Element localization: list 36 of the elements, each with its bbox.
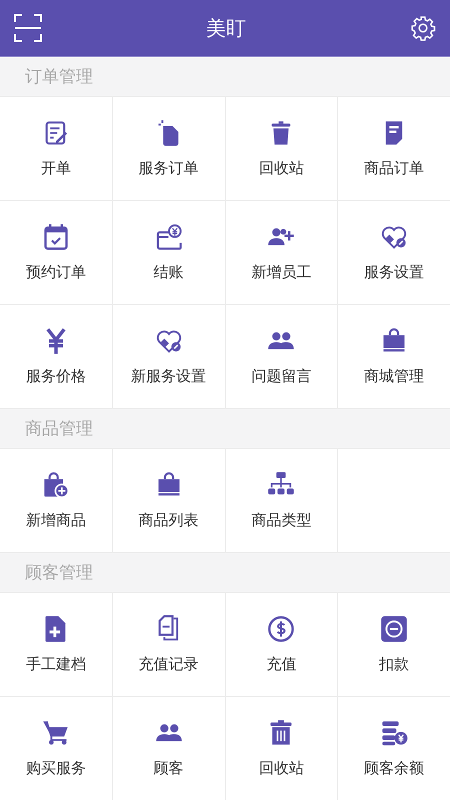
menu-tile[interactable]: 回收站 bbox=[226, 97, 338, 200]
menu-tile[interactable]: 新服务设置 bbox=[112, 305, 224, 408]
dollar-icon bbox=[267, 615, 296, 643]
menu-tile[interactable]: 新增商品 bbox=[0, 449, 112, 552]
bag-plus-icon bbox=[42, 471, 70, 499]
menu-tile[interactable]: 顾客余额 bbox=[338, 697, 450, 800]
card-icon bbox=[154, 223, 183, 251]
menu-tile[interactable]: 回收站 bbox=[226, 697, 338, 800]
menu-tile[interactable]: 商品类型 bbox=[226, 449, 338, 552]
menu-tile[interactable]: 商城管理 bbox=[338, 305, 450, 408]
menu-tile[interactable]: 服务价格 bbox=[0, 305, 112, 408]
menu-tile[interactable]: 开单 bbox=[0, 97, 112, 200]
menu-tile[interactable]: 商品列表 bbox=[112, 449, 224, 552]
menu-tile[interactable]: 商品订单 bbox=[338, 97, 450, 200]
menu-tile[interactable]: 结账 bbox=[112, 201, 224, 304]
section-title: 商品管理 bbox=[25, 418, 93, 440]
settings-icon[interactable] bbox=[410, 15, 436, 41]
minus-icon bbox=[380, 615, 408, 643]
cart-icon bbox=[42, 719, 70, 747]
menu-tile[interactable]: 手工建档 bbox=[0, 593, 112, 696]
menu-tile[interactable]: 服务设置 bbox=[338, 201, 450, 304]
coins-icon bbox=[380, 719, 408, 747]
app-title: 美盯 bbox=[206, 14, 246, 42]
menu-tile[interactable]: 购买服务 bbox=[0, 697, 112, 800]
menu-tile[interactable]: 问题留言 bbox=[226, 305, 338, 408]
section-title: 订单管理 bbox=[25, 66, 93, 88]
scan-icon[interactable] bbox=[14, 14, 42, 42]
menu-tile[interactable]: 服务订单 bbox=[112, 97, 224, 200]
menu-tile[interactable]: 充值 bbox=[226, 593, 338, 696]
calendar-icon bbox=[42, 223, 70, 251]
menu-tile[interactable]: 顾客 bbox=[112, 697, 224, 800]
menu-tile[interactable]: 预约订单 bbox=[0, 201, 112, 304]
menu-tile[interactable]: 扣款 bbox=[338, 593, 450, 696]
menu-tile[interactable]: 新增员工 bbox=[226, 201, 338, 304]
menu-tile[interactable]: 充值记录 bbox=[112, 593, 224, 696]
section-title: 顾客管理 bbox=[25, 562, 93, 584]
